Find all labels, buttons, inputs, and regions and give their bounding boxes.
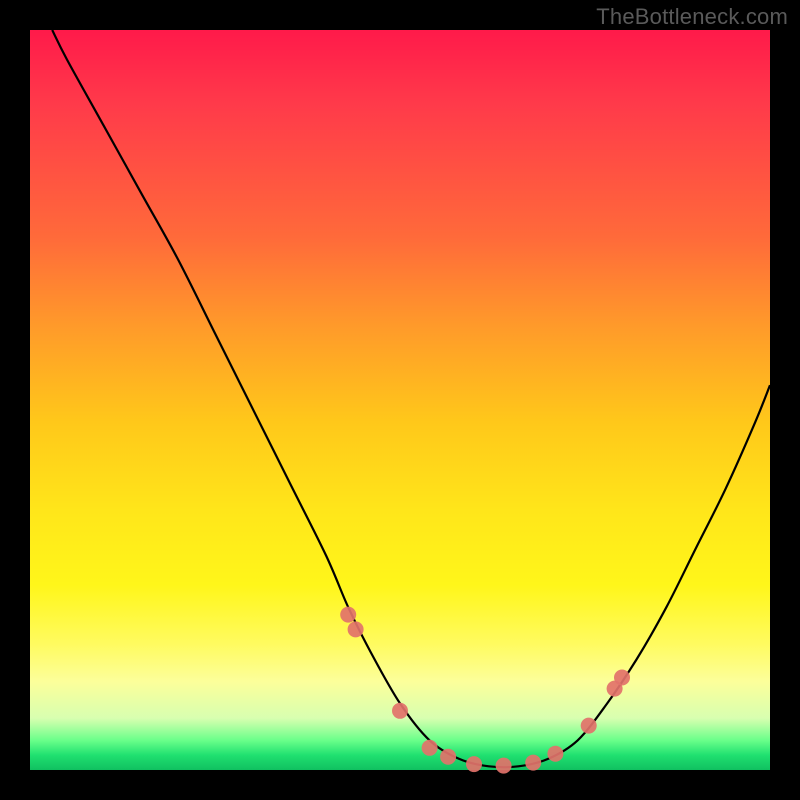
curve-marker xyxy=(525,755,541,771)
attribution-text: TheBottleneck.com xyxy=(596,4,788,30)
curve-marker xyxy=(496,758,512,774)
curve-marker xyxy=(614,670,630,686)
curve-marker xyxy=(348,621,364,637)
curve-marker xyxy=(340,607,356,623)
marker-group xyxy=(340,607,630,774)
curve-marker xyxy=(466,756,482,772)
curve-marker xyxy=(440,749,456,765)
curve-marker xyxy=(581,718,597,734)
curve-marker xyxy=(422,740,438,756)
bottleneck-curve-path xyxy=(52,30,770,767)
page-frame: TheBottleneck.com xyxy=(0,0,800,800)
curve-marker xyxy=(547,746,563,762)
bottleneck-curve-svg xyxy=(30,30,770,770)
curve-marker xyxy=(392,703,408,719)
